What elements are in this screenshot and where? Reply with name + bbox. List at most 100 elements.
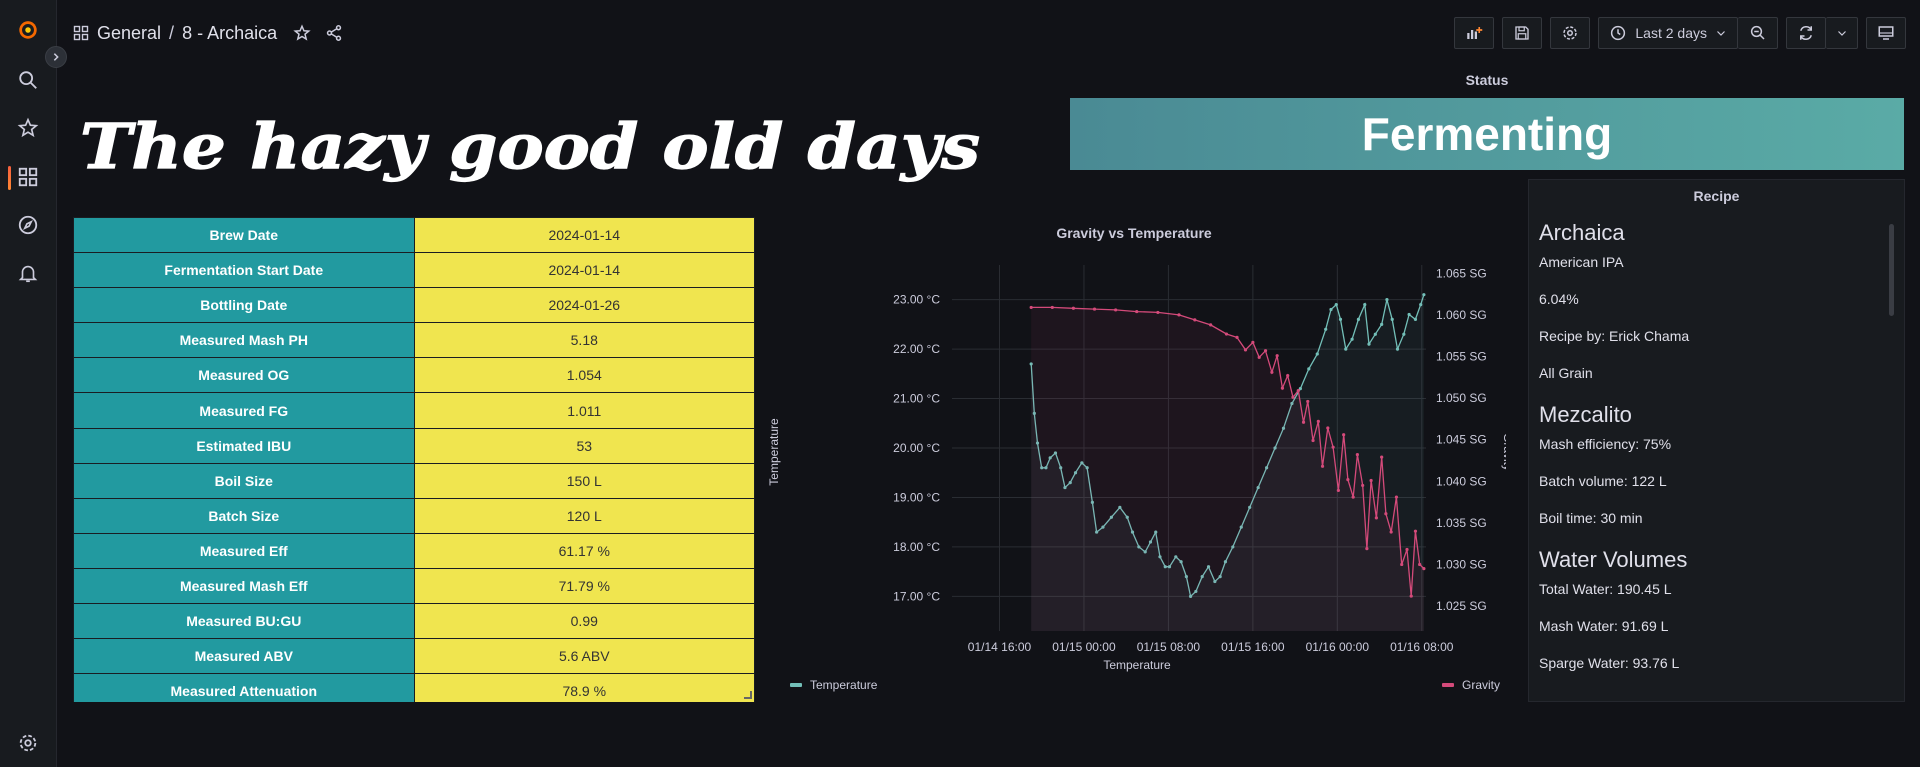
breadcrumb-dashboard[interactable]: 8 - Archaica — [182, 23, 277, 44]
data-point — [1384, 512, 1388, 516]
expand-nav-button[interactable] — [45, 46, 67, 68]
y-right-tick-label: 1.055 SG — [1436, 350, 1487, 364]
legend-label-gravity: Gravity — [1462, 678, 1500, 692]
row-label: Measured OG — [73, 357, 415, 394]
data-point — [1342, 433, 1346, 437]
row-value: 1.011 — [413, 392, 755, 429]
row-value: 61.17 % — [413, 532, 755, 569]
data-point — [1361, 483, 1365, 488]
breadcrumb: General / 8 - Archaica — [73, 20, 343, 46]
row-value: 53 — [413, 427, 755, 464]
row-value: 1.054 — [413, 357, 755, 394]
row-label: Measured Mash Eff — [73, 567, 415, 605]
y-left-tick-label: 19.00 °C — [893, 490, 940, 504]
refresh-interval-dropdown[interactable] — [1826, 17, 1858, 49]
total-water: Total Water: 190.45 L — [1539, 581, 1672, 597]
row-value: 71.79 % — [413, 567, 755, 605]
table-row: Measured Eff 61.17 % — [73, 532, 755, 569]
dashboards-icon[interactable] — [12, 161, 44, 193]
time-controls: Last 2 days — [1598, 17, 1778, 49]
row-value: 0.99 — [413, 603, 755, 640]
search-icon[interactable] — [12, 64, 44, 96]
data-point — [1380, 455, 1384, 459]
data-point — [1351, 495, 1355, 499]
data-point — [1316, 419, 1320, 423]
data-point — [1275, 354, 1279, 358]
data-point — [1395, 347, 1400, 351]
y-left-tick-label: 21.00 °C — [893, 392, 940, 406]
recipe-type: All Grain — [1539, 365, 1593, 381]
breadcrumb-folder[interactable]: General — [97, 23, 161, 44]
data-point — [1135, 309, 1139, 314]
row-value: 5.18 — [413, 322, 755, 359]
brew-table-panel: Brew Date 2024-01-14 Fermentation Start Da… — [73, 217, 755, 702]
side-nav — [0, 0, 57, 767]
data-point — [1291, 395, 1295, 399]
grafana-logo-icon[interactable] — [12, 14, 44, 46]
row-label: Boil Size — [73, 462, 415, 499]
data-point — [1336, 488, 1340, 493]
data-point — [1251, 340, 1255, 344]
data-point — [1365, 547, 1369, 551]
dashboard-grid-icon — [73, 25, 89, 41]
save-dashboard-button[interactable] — [1502, 17, 1543, 49]
table-row: Measured ABV 5.6 ABV — [73, 638, 755, 675]
star-favorite-icon[interactable] — [293, 24, 311, 42]
data-point — [1355, 453, 1359, 457]
data-point — [1419, 302, 1423, 307]
data-point — [1390, 317, 1394, 322]
star-icon[interactable] — [12, 112, 44, 144]
data-point — [1326, 426, 1330, 430]
data-point — [1402, 332, 1406, 336]
zoom-out-button[interactable] — [1738, 17, 1778, 49]
batch-volume: Batch volume: 122 L — [1539, 473, 1667, 489]
x-axis-label: Temperature — [1103, 658, 1171, 672]
table-row: Fermentation Start Date 2024-01-14 — [73, 252, 755, 289]
data-point — [1413, 529, 1418, 533]
tv-mode-button[interactable] — [1866, 17, 1906, 49]
data-point — [1311, 438, 1315, 443]
table-row: Bottling Date 2024-01-26 — [73, 287, 755, 324]
y-right-tick-label: 1.040 SG — [1436, 474, 1487, 488]
mash-efficiency: Mash efficiency: 75% — [1539, 436, 1672, 452]
alert-bell-icon[interactable] — [12, 257, 44, 289]
gear-icon — [1563, 26, 1578, 40]
row-value: 120 L — [413, 497, 755, 534]
water-heading: Water Volumes — [1539, 547, 1688, 572]
breadcrumb-separator: / — [169, 22, 175, 43]
row-value: 5.6 ABV — [413, 638, 755, 675]
data-point — [1350, 337, 1354, 341]
zoom-out-icon — [1750, 25, 1765, 40]
data-point — [1380, 322, 1384, 326]
data-point — [1156, 310, 1160, 315]
scrollbar[interactable] — [1889, 224, 1894, 316]
recipe-name: Archaica — [1539, 220, 1625, 245]
time-range-picker[interactable]: Last 2 days — [1598, 17, 1738, 49]
data-point — [1193, 318, 1197, 322]
table-row: Measured Mash Eff 71.79 % — [73, 567, 755, 605]
row-label: Bottling Date — [73, 287, 415, 324]
refresh-button[interactable] — [1786, 17, 1826, 49]
add-panel-button[interactable] — [1454, 17, 1495, 49]
row-label: Brew Date — [73, 217, 415, 254]
resize-handle[interactable] — [744, 691, 752, 699]
data-point — [1296, 389, 1300, 393]
table-row: Measured OG 1.054 — [73, 357, 755, 394]
dashboard-settings-button[interactable] — [1550, 17, 1591, 49]
settings-gear-icon[interactable] — [12, 727, 44, 759]
data-point — [1334, 302, 1338, 307]
data-point — [1280, 386, 1285, 390]
data-point — [1394, 495, 1399, 499]
recipe-panel: Recipe Archaica American IPA 6.04% Recip… — [1528, 179, 1905, 702]
share-icon[interactable] — [325, 24, 343, 42]
data-point — [1092, 307, 1097, 311]
explore-compass-icon[interactable] — [12, 209, 44, 241]
chevron-down-icon — [1717, 31, 1725, 36]
chevron-right-icon — [53, 53, 59, 61]
x-tick-label: 01/15 00:00 — [1052, 640, 1116, 654]
y-left-tick-label: 20.00 °C — [893, 441, 940, 455]
table-row: Brew Date 2024-01-14 — [73, 217, 755, 254]
banner-panel: The hazy good old days — [79, 96, 980, 196]
row-value: 150 L — [413, 462, 755, 499]
data-point — [1324, 327, 1328, 331]
